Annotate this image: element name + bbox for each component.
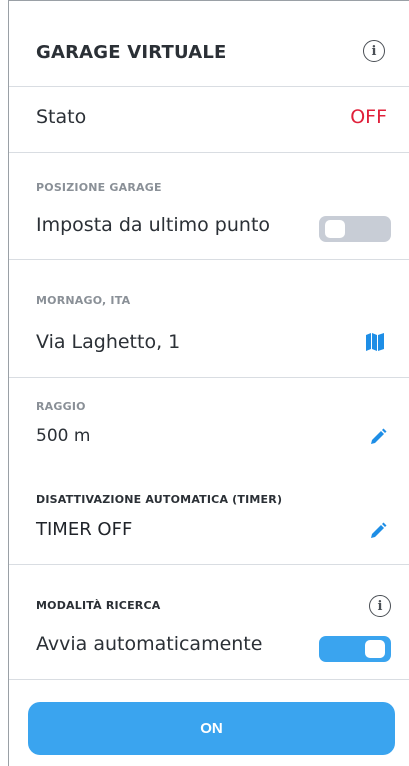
timer-edit-pencil-icon[interactable]: [369, 522, 387, 540]
divider: [9, 86, 409, 87]
search-mode-label: MODALITÀ RICERCA: [36, 599, 161, 612]
info-icon[interactable]: i: [363, 40, 385, 62]
status-value: OFF: [350, 106, 387, 128]
radius-edit-pencil-icon[interactable]: [369, 428, 387, 446]
address-street: Via Laghetto, 1: [36, 331, 181, 353]
radius-value: 500 m: [36, 426, 91, 446]
radius-label: RAGGIO: [36, 400, 86, 413]
divider: [9, 679, 409, 680]
timer-label: DISATTIVAZIONE AUTOMATICA (TIMER): [36, 493, 283, 506]
auto-start-toggle[interactable]: [319, 636, 391, 662]
garage-position-section-label: POSIZIONE GARAGE: [36, 181, 162, 194]
divider: [9, 152, 409, 153]
auto-start-label: Avvia automaticamente: [36, 633, 263, 655]
on-button[interactable]: ON: [28, 702, 395, 755]
toggle-knob: [325, 220, 345, 238]
timer-value: TIMER OFF: [36, 519, 133, 540]
set-from-last-point-label: Imposta da ultimo punto: [36, 214, 271, 236]
city-label: MORNAGO, ITA: [36, 294, 131, 307]
divider: [9, 259, 409, 260]
map-icon[interactable]: [365, 333, 385, 351]
set-from-last-point-toggle[interactable]: [319, 216, 391, 242]
page-title: GARAGE VIRTUALE: [36, 42, 227, 63]
status-label: Stato: [36, 106, 87, 128]
divider: [9, 377, 409, 378]
search-mode-info-icon[interactable]: i: [369, 595, 391, 617]
toggle-knob: [365, 640, 385, 658]
divider: [9, 564, 409, 565]
